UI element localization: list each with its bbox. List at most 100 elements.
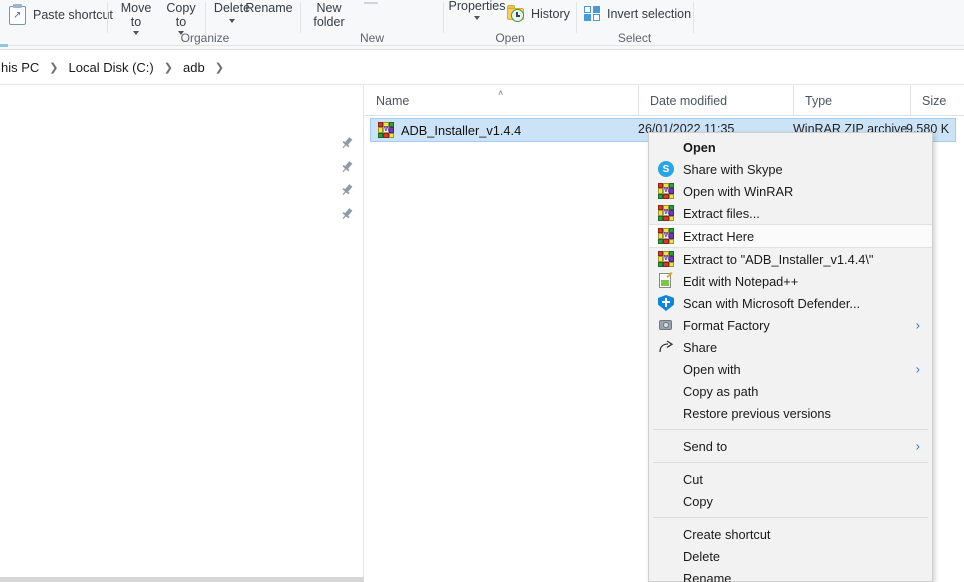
context-menu-item-edit-with-notepadpp-label: Edit with Notepad++: [683, 273, 799, 289]
address-bar[interactable]: his PC ❯ Local Disk (C:) ❯ adb ❯: [0, 51, 964, 85]
pin-icon[interactable]: [340, 160, 354, 174]
context-menu-separator: [653, 429, 928, 430]
ribbon-divider: [443, 2, 444, 33]
share-icon: [658, 339, 674, 355]
context-menu-item-extract-here[interactable]: W Extract Here: [649, 224, 932, 248]
chevron-right-icon: ❯: [49, 62, 59, 74]
ribbon-paste-shortcut-label: Paste shortcut: [33, 8, 113, 22]
context-menu-item-copy-as-path-label: Copy as path: [683, 383, 759, 399]
history-icon: [505, 4, 526, 23]
context-menu-item-create-shortcut-label: Create shortcut: [683, 526, 771, 542]
breadcrumb-item-adb[interactable]: adb: [180, 58, 208, 77]
context-menu-item-extract-here-label: Extract Here: [683, 228, 755, 244]
context-menu-item-delete[interactable]: Delete: [649, 545, 932, 567]
ribbon-move-to-button[interactable]: Move to: [113, 1, 159, 35]
ribbon-properties-label: Properties: [448, 0, 506, 13]
chevron-right-icon: ›: [915, 317, 920, 333]
context-menu-item-send-to-label: Send to: [683, 438, 728, 454]
winrar-icon: W: [658, 183, 674, 199]
context-menu-item-send-to[interactable]: Send to ›: [649, 435, 932, 457]
context-menu-item-rename-label: Rename: [683, 570, 732, 582]
ribbon-invert-selection-label: Invert selection: [607, 7, 692, 21]
chevron-right-icon: ›: [915, 361, 920, 377]
breadcrumb-item-local-disk[interactable]: Local Disk (C:): [66, 58, 157, 77]
ribbon-new-item-button[interactable]: [357, 0, 385, 4]
context-menu-item-copy-label: Copy: [683, 493, 713, 509]
ribbon-baseline: [0, 45, 964, 46]
defender-shield-icon: [658, 295, 674, 311]
ribbon-copy-to-button[interactable]: Copy to: [158, 1, 204, 35]
invert-selection-icon: [583, 4, 603, 23]
ribbon-copy-to-label: Copy to: [166, 1, 196, 29]
context-menu-item-restore-previous-versions[interactable]: Restore previous versions: [649, 402, 932, 424]
ribbon-paste-shortcut-button[interactable]: ↗ Paste shortcut: [8, 4, 113, 25]
context-menu-item-open[interactable]: Open: [649, 136, 932, 158]
context-menu-item-rename[interactable]: Rename: [649, 567, 932, 582]
ribbon-group-organize-label: Organize: [180, 31, 230, 45]
context-menu-item-cut-label: Cut: [683, 471, 703, 487]
pin-icon[interactable]: [340, 183, 354, 197]
context-menu-item-extract-files[interactable]: W Extract files...: [649, 202, 932, 224]
file-name-label: ADB_Installer_v1.4.4: [401, 122, 522, 138]
ribbon-accent-tick: [0, 44, 8, 47]
ribbon-divider: [693, 2, 694, 33]
column-header-type-label: Type: [805, 93, 833, 108]
context-menu-item-copy-as-path[interactable]: Copy as path: [649, 380, 932, 402]
ribbon-properties-button[interactable]: Properties: [446, 0, 508, 20]
column-header-date-modified-label: Date modified: [650, 93, 728, 108]
breadcrumb-item-this-pc[interactable]: his PC: [0, 58, 42, 77]
ribbon-group-select-label: Select: [617, 31, 652, 45]
context-menu-item-edit-with-notepadpp[interactable]: Edit with Notepad++: [649, 270, 932, 292]
context-menu-item-share-with-skype[interactable]: S Share with Skype: [649, 158, 932, 180]
chevron-right-icon: ›: [915, 438, 920, 454]
context-menu-item-extract-to-folder-label: Extract to "ADB_Installer_v1.4.4\": [683, 251, 874, 267]
context-menu-item-format-factory[interactable]: Format Factory ›: [649, 314, 932, 336]
column-header-type[interactable]: Type: [793, 86, 910, 115]
context-menu-item-open-with-winrar[interactable]: W Open with WinRAR: [649, 180, 932, 202]
column-header-date-modified[interactable]: Date modified: [638, 86, 793, 115]
column-header-name[interactable]: Name ˄: [365, 86, 638, 115]
ribbon-divider: [205, 2, 206, 33]
context-menu-item-open-label: Open: [683, 139, 716, 155]
context-menu-item-scan-with-defender-label: Scan with Microsoft Defender...: [683, 295, 861, 311]
ribbon-history-button[interactable]: History: [505, 4, 570, 23]
format-factory-icon: [658, 317, 674, 333]
dash-icon: [364, 2, 378, 4]
context-menu-item-create-shortcut[interactable]: Create shortcut: [649, 523, 932, 545]
context-menu-item-extract-to-folder[interactable]: W Extract to "ADB_Installer_v1.4.4\": [649, 248, 932, 270]
notepadpp-icon: [658, 271, 674, 289]
context-menu-item-share[interactable]: Share: [649, 336, 932, 358]
ribbon-new-folder-button[interactable]: New folder: [303, 1, 355, 29]
column-header-size[interactable]: Size: [910, 86, 964, 115]
pin-icon[interactable]: [340, 136, 354, 150]
context-menu[interactable]: Open S Share with Skype W Open with WinR…: [648, 132, 933, 582]
ribbon-rename-label: Rename: [245, 1, 293, 15]
clipboard-shortcut-icon: ↗: [8, 4, 27, 25]
ribbon-divider: [300, 2, 301, 33]
ribbon-rename-button[interactable]: Rename: [238, 1, 300, 15]
context-menu-item-open-with-label: Open with: [683, 361, 741, 377]
navigation-pane[interactable]: [0, 86, 364, 577]
context-menu-item-scan-with-defender[interactable]: Scan with Microsoft Defender...: [649, 292, 932, 314]
pin-icon[interactable]: [340, 207, 354, 221]
status-bar: [0, 577, 364, 582]
chevron-right-icon: ❯: [214, 62, 224, 74]
context-menu-item-copy[interactable]: Copy: [649, 490, 932, 512]
winrar-icon: W: [658, 228, 674, 244]
ribbon-toolbar: ↗ Paste shortcut Move to Copy to Delete: [0, 0, 964, 50]
ribbon-invert-selection-button[interactable]: Invert selection: [583, 4, 691, 23]
context-menu-item-open-with[interactable]: Open with ›: [649, 358, 932, 380]
ribbon-move-to-label: Move to: [120, 1, 152, 29]
chevron-right-icon: ❯: [163, 62, 173, 74]
ribbon-group-new-label: New: [359, 31, 384, 45]
context-menu-item-format-factory-label: Format Factory: [683, 317, 770, 333]
column-header-row: Name ˄ Date modified Type Size: [365, 86, 964, 116]
sort-ascending-icon: ˄: [498, 88, 504, 98]
ribbon-group-open-label: Open: [495, 31, 525, 45]
context-menu-item-cut[interactable]: Cut: [649, 468, 932, 490]
context-menu-item-restore-previous-versions-label: Restore previous versions: [683, 405, 831, 421]
context-menu-separator: [653, 517, 928, 518]
ribbon-divider: [107, 2, 108, 33]
ribbon-divider: [576, 2, 577, 33]
context-menu-item-open-with-winrar-label: Open with WinRAR: [683, 183, 794, 199]
